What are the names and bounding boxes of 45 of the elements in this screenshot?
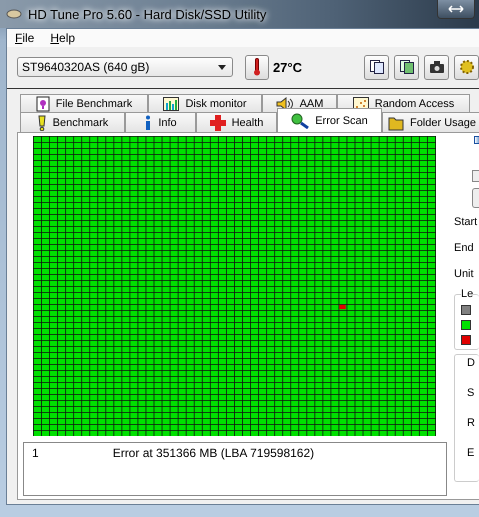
disk-icon — [6, 8, 22, 20]
statistic-label: E — [466, 447, 474, 460]
field-label: Unit — [454, 268, 474, 282]
tab[interactable]: Disk monitor — [148, 94, 262, 112]
caret-icon — [218, 64, 226, 70]
field-label: End — [454, 242, 474, 256]
copy-button[interactable] — [364, 54, 389, 80]
info-icon — [144, 114, 152, 131]
drive-dropdown[interactable]: ST9640320AS (640 gB) — [17, 57, 233, 78]
tab[interactable]: Benchmark — [20, 112, 125, 132]
thermometer-icon — [252, 58, 261, 76]
checkbox[interactable] — [472, 170, 479, 182]
copy-all-button[interactable] — [394, 54, 419, 80]
error-message: Error at 351366 MB (LBA 719598162) — [112, 446, 314, 460]
cross-icon — [210, 114, 226, 131]
tab[interactable]: Info — [125, 112, 196, 132]
copy-icon — [400, 60, 414, 74]
copy-icon — [370, 60, 384, 74]
statistic-label: D — [466, 357, 475, 370]
start-button[interactable] — [474, 136, 479, 144]
maximize-button[interactable] — [437, 0, 475, 19]
error-number: 1 — [32, 446, 39, 460]
screenshot-button[interactable] — [424, 54, 449, 80]
gear-icon — [458, 59, 474, 76]
menu-item[interactable]: Help — [50, 31, 76, 46]
menu-item[interactable]: File — [15, 31, 34, 46]
field-label: Start — [454, 216, 478, 230]
bar-graph-icon — [163, 96, 180, 111]
window-title: HD Tune Pro 5.60 - Hard Disk/SSD Utility — [28, 6, 266, 22]
statistic-label: R — [466, 417, 475, 430]
speaker-icon — [276, 96, 294, 111]
tab[interactable]: File Benchmark — [20, 94, 148, 112]
document-icon — [36, 96, 50, 112]
camera-icon — [430, 61, 444, 74]
statistic-label: S — [466, 387, 474, 400]
tab[interactable]: Random Access — [337, 94, 470, 112]
search-icon — [291, 112, 310, 129]
exclamation-icon — [36, 114, 47, 131]
double-arrow-icon — [448, 5, 464, 13]
tab[interactable]: Error Scan — [277, 108, 382, 132]
temperature-button[interactable] — [244, 54, 269, 80]
temperature-reading: 27°C — [272, 60, 302, 75]
tab[interactable]: Folder Usage — [382, 112, 479, 132]
option-button[interactable] — [472, 188, 479, 208]
tab[interactable]: Health — [196, 112, 277, 132]
